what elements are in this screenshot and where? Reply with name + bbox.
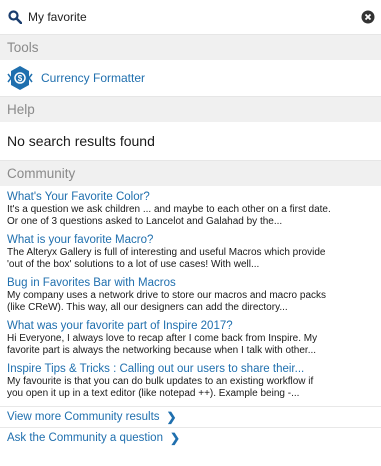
- ask-community-link[interactable]: Ask the Community a question ❯: [0, 427, 381, 448]
- community-result-title[interactable]: What is your favorite Macro?: [7, 234, 374, 247]
- ask-community-label: Ask the Community a question: [7, 432, 163, 444]
- svg-text:$: $: [18, 74, 23, 83]
- community-result-title[interactable]: Inspire Tips & Tricks : Calling out our …: [7, 363, 374, 376]
- tool-label: Currency Formatter: [41, 71, 146, 85]
- community-result-snippet-line: The Alteryx Gallery is full of interesti…: [7, 247, 326, 258]
- community-results-list: What's Your Favorite Color? It's a quest…: [0, 186, 381, 399]
- community-result-snippet-line: My favourite is that you can do bulk upd…: [7, 376, 314, 387]
- community-result: What's Your Favorite Color? It's a quest…: [7, 191, 374, 227]
- community-result-snippet-line: 'out of the box' solutions to a lot of u…: [7, 258, 260, 270]
- community-result-snippet-line: favorite part is always the networking b…: [7, 344, 317, 356]
- no-results-message: No search results found: [7, 133, 155, 149]
- community-result: What was your favorite part of Inspire 2…: [7, 320, 374, 356]
- chevron-right-icon: ❯: [166, 410, 177, 424]
- community-section-header: Community: [0, 160, 381, 186]
- tool-result-currency-formatter[interactable]: $ Currency Formatter: [0, 60, 381, 96]
- currency-formatter-icon: $: [7, 66, 33, 90]
- community-result-snippet-line: It's a question we ask children ... and …: [7, 204, 331, 215]
- clear-search-icon[interactable]: [361, 10, 375, 24]
- community-result-snippet-line: you open it up in a text editor (like no…: [7, 387, 300, 399]
- tools-section-header: Tools: [0, 34, 381, 60]
- community-result-snippet-line: Hi Everyone, I always love to recap afte…: [7, 333, 318, 344]
- search-icon: [8, 10, 22, 24]
- community-result-snippet-line: My company uses a network drive to store…: [7, 290, 327, 301]
- community-result: What is your favorite Macro? The Alteryx…: [7, 234, 374, 270]
- community-result-title[interactable]: What was your favorite part of Inspire 2…: [7, 320, 374, 333]
- community-result: Bug in Favorites Bar with Macros My comp…: [7, 277, 374, 313]
- community-result-title[interactable]: What's Your Favorite Color?: [7, 191, 374, 204]
- chevron-right-icon: ❯: [169, 431, 181, 445]
- community-result: Inspire Tips & Tricks : Calling out our …: [7, 363, 374, 399]
- view-more-community-link[interactable]: View more Community results ❯: [0, 406, 381, 427]
- global-search-panel: Tools $ Currency Formatter Help No searc…: [0, 0, 381, 466]
- search-bar: [0, 0, 381, 34]
- help-section-header: Help: [0, 96, 381, 122]
- view-more-community-label: View more Community results: [7, 411, 160, 423]
- community-result-title[interactable]: Bug in Favorites Bar with Macros: [7, 277, 374, 290]
- search-input[interactable]: [22, 6, 361, 28]
- community-result-snippet-line: Or one of 3 questions asked to Lancelot …: [7, 215, 283, 227]
- community-result-snippet-line: (like CReW). This way, all our designers…: [7, 301, 288, 313]
